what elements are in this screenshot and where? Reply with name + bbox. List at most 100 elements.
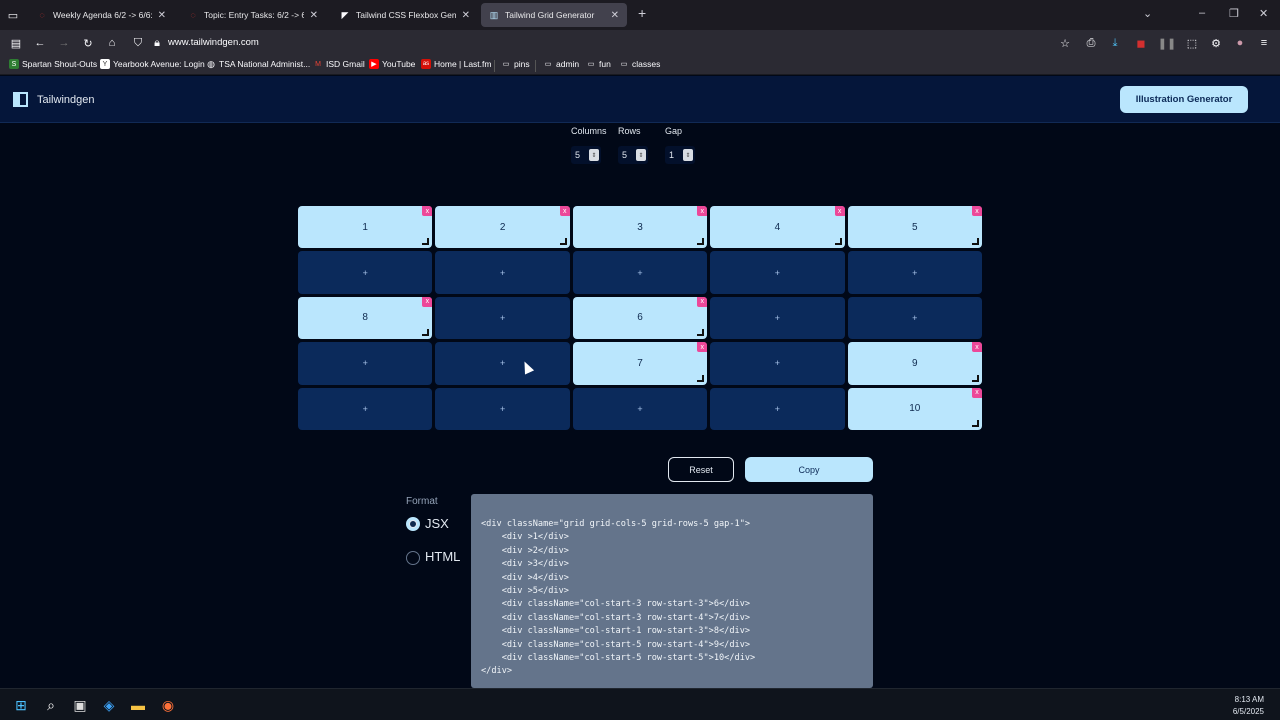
empty-grid-cell[interactable]: + bbox=[435, 342, 570, 385]
remove-item-icon[interactable]: x bbox=[834, 206, 845, 216]
empty-grid-cell[interactable]: + bbox=[710, 342, 845, 385]
empty-grid-cell[interactable]: + bbox=[847, 251, 982, 294]
pause-icon[interactable]: ❚❚ bbox=[1158, 35, 1176, 51]
columns-stepper[interactable]: 5 ⇕ bbox=[571, 146, 601, 164]
grid-item[interactable]: 9x bbox=[847, 342, 982, 385]
jsx-radio-label[interactable]: JSX bbox=[425, 516, 449, 531]
close-window-icon[interactable]: ✕ bbox=[1259, 7, 1268, 20]
file-explorer-icon[interactable]: ▬ bbox=[128, 695, 148, 715]
download-icon[interactable]: ⤓ bbox=[1108, 35, 1122, 51]
sidebar-icon[interactable]: ▤ bbox=[9, 35, 23, 51]
grid-item[interactable]: 6x bbox=[572, 296, 708, 340]
grid-item[interactable]: 8x bbox=[298, 296, 433, 340]
spinner-icon[interactable]: ⇕ bbox=[683, 149, 693, 161]
bookmark[interactable]: ▶ YouTube bbox=[369, 59, 415, 69]
menu-icon[interactable]: ≡ bbox=[1257, 35, 1271, 51]
remove-item-icon[interactable]: x bbox=[697, 296, 708, 307]
bookmark[interactable]: as Home | Last.fm bbox=[421, 59, 491, 69]
copy-button[interactable]: Copy bbox=[745, 457, 873, 482]
extension-icon[interactable]: ◼ bbox=[1134, 35, 1148, 51]
empty-grid-cell[interactable]: + bbox=[435, 296, 570, 340]
empty-grid-cell[interactable]: + bbox=[572, 251, 708, 294]
close-tab-icon[interactable]: ✕ bbox=[310, 10, 318, 21]
reset-button[interactable]: Reset bbox=[668, 457, 734, 482]
code-output[interactable]: <div className="grid grid-cols-5 grid-ro… bbox=[471, 494, 873, 688]
gap-stepper[interactable]: 1 ⇕ bbox=[665, 146, 695, 164]
bookmark-folder[interactable]: ▭ pins bbox=[501, 59, 530, 69]
bookmark[interactable]: M ISD Gmail bbox=[313, 59, 365, 69]
resize-handle-icon[interactable] bbox=[697, 374, 705, 382]
reload-icon[interactable]: ↻ bbox=[81, 35, 95, 51]
star-icon[interactable]: ☆ bbox=[1058, 35, 1072, 51]
minimize-icon[interactable]: – bbox=[1199, 7, 1205, 19]
browser-tab-active[interactable]: ▥ Tailwind Grid Generator ✕ bbox=[481, 3, 627, 27]
empty-grid-cell[interactable]: + bbox=[710, 296, 845, 340]
empty-grid-cell[interactable]: + bbox=[298, 251, 433, 294]
empty-grid-cell[interactable]: + bbox=[847, 296, 982, 340]
search-icon[interactable]: ⌕ bbox=[41, 695, 61, 715]
empty-grid-cell[interactable]: + bbox=[710, 251, 845, 294]
close-tab-icon[interactable]: ✕ bbox=[158, 10, 166, 21]
vscode-icon[interactable]: ◈ bbox=[99, 695, 119, 715]
remove-item-icon[interactable]: x bbox=[697, 342, 708, 353]
illustration-generator-button[interactable]: Illustration Generator bbox=[1120, 86, 1248, 113]
bookmark[interactable]: S Spartan Shout-Outs bbox=[9, 59, 97, 69]
resize-handle-icon[interactable] bbox=[697, 329, 705, 337]
remove-item-icon[interactable]: x bbox=[697, 206, 708, 216]
home-icon[interactable]: ⌂ bbox=[105, 35, 119, 51]
bookmark-folder[interactable]: ▭ fun bbox=[586, 59, 611, 69]
remove-item-icon[interactable]: x bbox=[422, 296, 433, 307]
gear-icon[interactable]: ⚙ bbox=[1209, 35, 1223, 51]
url-bar[interactable]: www.tailwindgen.com bbox=[168, 37, 259, 48]
browser-tab[interactable]: ◌ Topic: Entry Tasks: 6/2 -> 6/6 ✕ bbox=[180, 3, 326, 27]
html-radio-label[interactable]: HTML bbox=[425, 549, 460, 564]
resize-handle-icon[interactable] bbox=[697, 238, 705, 246]
grid-item[interactable]: 1x bbox=[298, 206, 433, 249]
resize-handle-icon[interactable] bbox=[834, 238, 842, 246]
tab-list-icon[interactable]: ▭ bbox=[6, 7, 20, 23]
print-icon[interactable]: ⎙ bbox=[1084, 35, 1098, 51]
spinner-icon[interactable]: ⇕ bbox=[589, 149, 599, 161]
grid-item[interactable]: 7x bbox=[572, 342, 708, 385]
resize-handle-icon[interactable] bbox=[422, 238, 430, 246]
empty-grid-cell[interactable]: + bbox=[435, 251, 570, 294]
resize-handle-icon[interactable] bbox=[559, 238, 567, 246]
restore-icon[interactable]: ❐ bbox=[1229, 7, 1239, 20]
rows-stepper[interactable]: 5 ⇕ bbox=[618, 146, 648, 164]
lock-icon[interactable]: 🔒︎ bbox=[150, 35, 164, 51]
windows-start-icon[interactable]: ⊞ bbox=[11, 695, 31, 715]
forward-icon[interactable]: → bbox=[57, 35, 71, 51]
remove-item-icon[interactable]: x bbox=[971, 387, 982, 398]
spinner-icon[interactable]: ⇕ bbox=[636, 149, 646, 161]
shield-icon[interactable]: ⛉ bbox=[131, 35, 145, 51]
empty-grid-cell[interactable]: + bbox=[298, 342, 433, 385]
grid-item[interactable]: 2x bbox=[435, 206, 570, 249]
grid-item[interactable]: 4x bbox=[710, 206, 845, 249]
brand-name[interactable]: Tailwindgen bbox=[37, 94, 94, 106]
close-tab-icon[interactable]: ✕ bbox=[611, 10, 619, 21]
resize-handle-icon[interactable] bbox=[971, 374, 979, 382]
bookmark[interactable]: Y Yearbook Avenue: Login bbox=[100, 59, 205, 69]
empty-grid-cell[interactable]: + bbox=[710, 387, 845, 430]
bookmark[interactable]: ◍ TSA National Administ... bbox=[206, 59, 310, 70]
back-icon[interactable]: ← bbox=[33, 35, 47, 51]
remove-item-icon[interactable]: x bbox=[971, 342, 982, 353]
browser-tab[interactable]: ◌ Weekly Agenda 6/2 -> 6/6: WE ✕ bbox=[29, 3, 174, 27]
remove-item-icon[interactable]: x bbox=[559, 206, 570, 216]
resize-handle-icon[interactable] bbox=[971, 420, 979, 427]
bookmark-folder[interactable]: ▭ classes bbox=[619, 59, 661, 69]
remove-item-icon[interactable]: x bbox=[971, 206, 982, 216]
empty-grid-cell[interactable]: + bbox=[435, 387, 570, 430]
bookmark-folder[interactable]: ▭ admin bbox=[543, 59, 579, 69]
resize-handle-icon[interactable] bbox=[422, 329, 430, 337]
grid-item[interactable]: 10 x bbox=[847, 387, 982, 430]
resize-handle-icon[interactable] bbox=[971, 238, 979, 246]
grid-item[interactable]: 5x bbox=[847, 206, 982, 249]
task-view-icon[interactable]: ▣ bbox=[70, 695, 90, 715]
system-clock[interactable]: 8:13 AM 6/5/2025 bbox=[1233, 694, 1264, 718]
jsx-radio[interactable] bbox=[406, 517, 420, 531]
extensions-icon[interactable]: ⬚ bbox=[1185, 35, 1199, 51]
remove-item-icon[interactable]: x bbox=[422, 206, 433, 216]
empty-grid-cell[interactable]: + bbox=[572, 387, 708, 430]
new-tab-icon[interactable]: + bbox=[638, 5, 646, 21]
